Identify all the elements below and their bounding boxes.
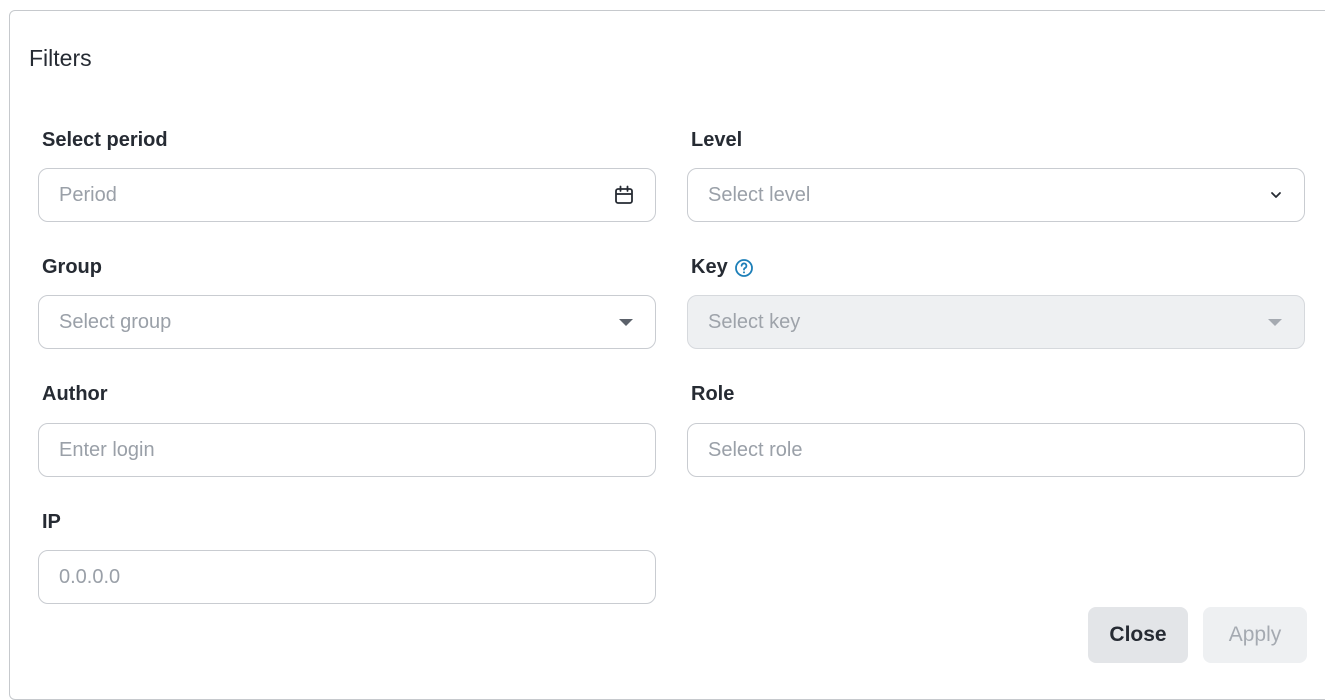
group-select[interactable]: Select group [38,295,656,349]
caret-down-icon[interactable] [617,316,635,328]
period-label: Select period [42,129,168,152]
ip-label: IP [42,511,61,534]
group-label-text: Group [42,256,102,278]
role-field[interactable] [687,423,1305,477]
dialog-title: Filters [29,45,92,71]
help-circle-icon[interactable] [734,258,754,278]
author-label-text: Author [42,383,108,405]
ip-field[interactable] [38,550,656,604]
level-label: Level [691,129,742,152]
author-input[interactable] [59,438,635,462]
level-placeholder: Select level [708,183,811,206]
ip-input[interactable] [59,565,635,589]
group-label: Group [42,256,102,279]
level-label-text: Level [691,129,743,151]
period-placeholder: Period [59,183,117,206]
period-picker[interactable]: Period [38,168,656,222]
role-label-text: Role [691,383,735,405]
role-label: Role [691,383,734,406]
key-placeholder: Select key [708,310,801,333]
group-placeholder: Select group [59,310,172,333]
role-input[interactable] [708,438,1284,462]
close-button[interactable]: Close [1088,607,1188,663]
period-label-text: Select period [42,129,168,151]
calendar-icon[interactable] [613,184,635,206]
author-label: Author [42,383,108,406]
key-label: Key [691,256,754,279]
author-field[interactable] [38,423,656,477]
key-select: Select key [687,295,1305,349]
chevron-down-icon[interactable] [1268,187,1284,203]
key-label-text: Key [691,256,728,278]
apply-button[interactable]: Apply [1203,607,1307,663]
ip-label-text: IP [42,511,61,533]
caret-down-icon [1266,316,1284,328]
level-select[interactable]: Select level [687,168,1305,222]
